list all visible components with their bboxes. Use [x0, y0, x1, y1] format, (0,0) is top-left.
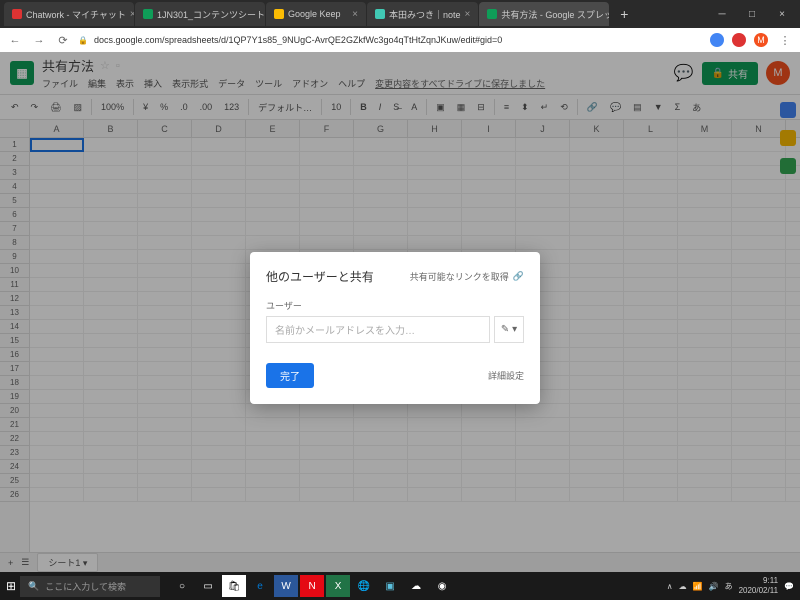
start-button[interactable]: ⊞ [6, 579, 16, 593]
close-tab-icon[interactable]: × [352, 9, 358, 20]
dialog-title: 他のユーザーと共有 [266, 268, 374, 285]
spreadsheet-app: ▦ 共有方法 ☆ ▫ ファイル編集表示挿入表示形式データツールアドオンヘルプ変更… [0, 52, 800, 572]
wifi-icon[interactable]: 📶 [693, 582, 703, 591]
address-bar: ← → ⟳ 🔒 docs.google.com/spreadsheets/d/1… [0, 28, 800, 52]
people-input[interactable]: 名前かメールアドレスを入力… [266, 316, 490, 343]
search-icon: 🔍 [28, 581, 39, 592]
onedrive-icon[interactable]: ☁ [679, 582, 687, 591]
reload-button[interactable]: ⟳ [54, 31, 72, 49]
netflix-icon[interactable]: N [300, 575, 324, 597]
new-tab-button[interactable]: + [614, 4, 634, 24]
browser-tab[interactable]: 共有方法 - Google スプレッドシー× [479, 2, 609, 26]
close-tab-icon[interactable]: × [130, 9, 134, 20]
browser-tab[interactable]: Google Keep× [266, 2, 366, 26]
edge-icon[interactable]: e [248, 575, 272, 597]
profile-icon[interactable]: M [754, 33, 768, 47]
cortana-icon[interactable]: ○ [170, 575, 194, 597]
advanced-link[interactable]: 詳細設定 [488, 369, 524, 382]
link-icon: 🔗 [513, 271, 524, 282]
browser-tab[interactable]: 1JN301_コンテンツシート（ツール）× [135, 2, 265, 26]
excel-icon[interactable]: X [326, 575, 350, 597]
windows-taskbar: ⊞ 🔍 ここに入力して検索 ○ ▭ 🛍 e W N X 🌐 ▣ ☁ ◉ ∧ ☁ … [0, 572, 800, 600]
extension-icon[interactable] [732, 33, 746, 47]
notifications-icon[interactable]: 💬 [784, 582, 794, 591]
clock[interactable]: 9:11 2020/02/11 [739, 576, 778, 595]
users-label: ユーザー [266, 299, 524, 312]
maximize-button[interactable]: □ [738, 2, 766, 26]
permission-select[interactable]: ✎ ▾ [494, 316, 524, 343]
window-controls: ─ □ × [708, 2, 796, 26]
get-link-button[interactable]: 共有可能なリンクを取得 🔗 [410, 270, 524, 283]
volume-icon[interactable]: 🔊 [709, 582, 719, 591]
word-icon[interactable]: W [274, 575, 298, 597]
lock-icon: 🔒 [78, 36, 88, 45]
browser-tab[interactable]: Chatwork - マイチャット× [4, 2, 134, 26]
share-dialog: 他のユーザーと共有 共有可能なリンクを取得 🔗 ユーザー 名前かメールアドレスを… [250, 252, 540, 404]
chrome-icon[interactable]: 🌐 [352, 575, 376, 597]
ime-icon[interactable]: あ [725, 581, 733, 592]
task-view-icon[interactable]: ▭ [196, 575, 220, 597]
store-icon[interactable]: 🛍 [222, 575, 246, 597]
browser-tab[interactable]: 本田みつき｜note× [367, 2, 478, 26]
tray-chevron-icon[interactable]: ∧ [667, 582, 673, 591]
close-window-button[interactable]: × [768, 2, 796, 26]
menu-button[interactable]: ⋮ [776, 31, 794, 49]
app-icon[interactable]: ☁ [404, 575, 428, 597]
app-icon[interactable]: ◉ [430, 575, 454, 597]
url-field[interactable]: docs.google.com/spreadsheets/d/1QP7Y1s85… [94, 35, 704, 45]
done-button[interactable]: 完了 [266, 363, 314, 388]
close-tab-icon[interactable]: × [465, 9, 471, 20]
forward-button[interactable]: → [30, 31, 48, 49]
browser-tabs: Chatwork - マイチャット×1JN301_コンテンツシート（ツール）×G… [0, 0, 800, 28]
minimize-button[interactable]: ─ [708, 2, 736, 26]
extension-icon[interactable] [710, 33, 724, 47]
back-button[interactable]: ← [6, 31, 24, 49]
taskbar-search[interactable]: 🔍 ここに入力して検索 [20, 576, 160, 597]
app-icon[interactable]: ▣ [378, 575, 402, 597]
